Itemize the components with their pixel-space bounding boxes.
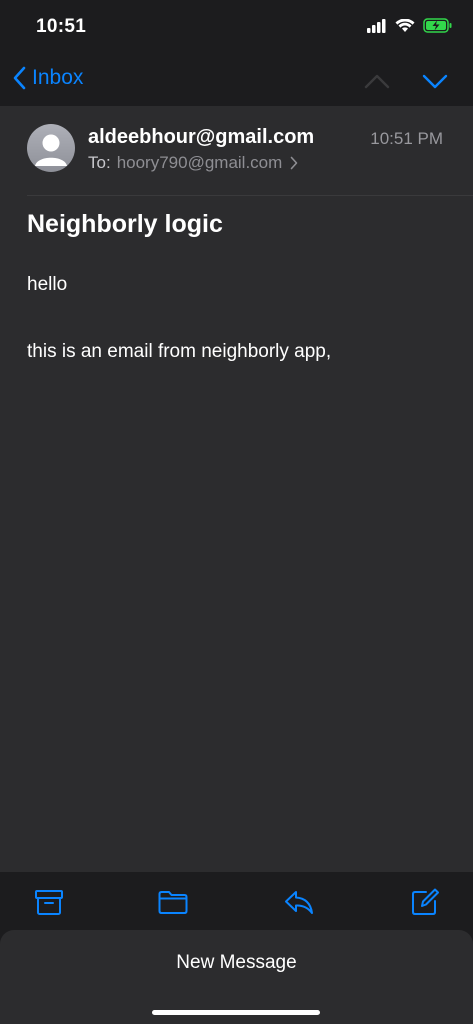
bottom-toolbar <box>0 872 473 930</box>
to-label: To: <box>88 153 111 172</box>
next-message-chevron-down-icon[interactable] <box>421 68 449 94</box>
back-label: Inbox <box>32 66 84 89</box>
archive-icon[interactable] <box>33 886 65 918</box>
new-message-sheet[interactable]: New Message <box>0 930 473 1024</box>
message-view: aldeebhour@gmail.com 10:51 PM To: hoory7… <box>0 106 473 872</box>
recipient-line[interactable]: To: hoory790@gmail.com <box>88 153 298 173</box>
wifi-icon <box>395 18 415 32</box>
person-icon <box>35 134 67 166</box>
message-time: 10:51 PM <box>370 129 443 148</box>
navigation-bar: Inbox <box>0 56 473 106</box>
message-navigation <box>363 68 449 94</box>
battery-charging-icon <box>423 18 452 33</box>
header-divider <box>27 195 473 196</box>
home-indicator[interactable] <box>152 1010 320 1015</box>
folder-icon[interactable] <box>157 886 189 918</box>
reply-icon[interactable] <box>283 886 315 918</box>
back-to-inbox-button[interactable]: Inbox <box>12 66 83 90</box>
message-body-line: hello <box>27 274 68 295</box>
avatar[interactable] <box>27 124 75 172</box>
new-message-button[interactable]: New Message <box>0 952 473 974</box>
status-icons <box>367 18 453 33</box>
cellular-signal-icon <box>367 18 386 33</box>
chevron-left-icon <box>13 66 26 90</box>
sender-address[interactable]: aldeebhour@gmail.com <box>88 126 314 149</box>
recipient-address[interactable]: hoory790@gmail.com <box>117 153 283 173</box>
status-bar: 10:51 <box>0 0 473 56</box>
previous-message-chevron-up-icon[interactable] <box>363 68 391 94</box>
message-subject: Neighborly logic <box>27 210 223 238</box>
chevron-right-icon <box>290 156 298 170</box>
message-body-line: this is an email from neighborly app, <box>27 341 332 362</box>
status-time: 10:51 <box>36 16 87 37</box>
compose-icon[interactable] <box>409 886 441 918</box>
